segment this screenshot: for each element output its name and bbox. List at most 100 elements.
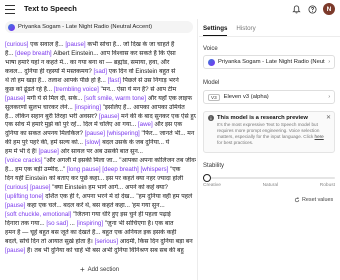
editor-text: हम में भी दे है! [5,148,39,156]
audio-tag: [deep breath] [15,49,52,57]
editor-text: है... हम एक बड़ी उम्मीद..." [5,166,67,174]
add-section-button[interactable]: + Add section [80,266,119,274]
audio-tag: [pause] [98,112,120,120]
model-select[interactable]: V3 Eleven v3 (alpha) › [203,90,335,104]
notice-body-text: It's the most expressive Text to Speech … [217,122,320,140]
audio-tag: [curious] [5,184,29,191]
editor-text: एक सोच में हमारे मुझे को पुरे रहें... दि… [5,121,138,129]
stability-slider[interactable] [203,174,335,182]
editor-line: [curious] एक सवाल है... [pause] कभी सोचा… [5,41,196,50]
audio-tag: [long pause] [66,166,101,174]
voice-select-value: Priyanka Sogam - Late Night Radio (Neutr… [218,59,325,65]
audio-tag: [trembling voice] [53,85,99,93]
audio-tag: [pause] [84,130,105,138]
editor-text: पिछले से उस निगाड़ भरने [121,76,179,84]
audio-tag: [curious] [5,41,29,48]
page-title: Text to Speech [24,4,77,13]
chevron-right-icon: › [328,94,330,100]
audio-tag: [soft smile, warm tone] [84,94,146,102]
editor-line: सुलकरणों सुलभ चारकर लेने... [inspiring] … [5,104,196,113]
editor-text: कवल... दुनिया ही रहस्यों में मस्तकमय? [5,67,94,75]
reset-values-button[interactable]: Reset values [294,197,333,203]
audio-tag: [pause] [5,246,26,254]
model-label: Model [203,80,220,86]
editor-text: बदल उसके के जब दुनिया... ये [100,139,170,147]
audio-tag: [sad] [93,67,107,75]
audio-tag: [serious] [94,237,118,245]
editor-line: [uplifting tone] दर्शित एक ही रे, अपना भ… [5,193,196,202]
notice-link[interactable]: here [315,134,324,139]
editor-line: [pause] मगी ये से मिल दी, सके... [soft s… [5,95,196,104]
editor-line: है... हम एक बड़ी उम्मीद..." [long pause]… [5,166,196,175]
model-select-value: Eleven v3 (alpha) [223,94,269,100]
editor-text: "फिर... जानते भी... मन [139,130,195,138]
editor-line: कवल... दुनिया ही रहस्यों में मस्तकमय? [s… [5,68,196,77]
editor-text: एक दिन वो Einstein बहुत से [106,67,176,75]
tab-settings[interactable]: Settings [203,25,228,36]
editor-text: "क्या Einstein हम भागे आगे... अपने को कह… [50,184,168,191]
editor-text: बदलें, सोचे दिन तो आयात सुख़े होता है। [5,237,95,245]
reset-icon [294,197,300,203]
audio-tag: [uplifting tone] [5,192,44,200]
help-icon[interactable] [307,4,318,15]
editor-text: दिन यहीं Einstein को बताए कर पूछें कहा..… [5,175,184,183]
editor-line: [pause] हैं। तब भी दुनिया को चाहें भी बस… [5,247,196,256]
editor-text: दर्शित एक ही रे, अपना भरने में दो देख...… [43,192,193,200]
editor-line: कुछ को ढूंढते रहे हैं... [trembling voic… [5,86,196,95]
stability-slider-thumb[interactable] [203,174,211,182]
audio-tag: [so sad] [46,219,68,227]
tab-history[interactable]: History [236,25,255,36]
avatar[interactable]: N [323,3,335,15]
plus-icon: + [80,265,85,274]
bell-icon[interactable] [291,4,302,15]
editor-text: "जितना गया धीरे हुए इस चुने ही पहला पढ़ा… [71,210,171,218]
panel-divider [197,19,198,280]
voice-chip-label: Priyanka Sogam - Late Night Radio (Neutr… [18,24,153,30]
stability-scale-labels: Creative Natural Robust [203,183,335,188]
stability-label: Stability [203,163,225,169]
chevron-right-icon: › [328,59,330,65]
editor-text: मगी ये से मिल दी, सके... [25,94,85,102]
tabs-divider [199,36,340,37]
editor-text: थे तो हम खड़ा है... तलाश आपके पीछे हो है… [5,76,108,84]
notice-body-text-end: for best practices. [217,140,254,146]
editor-text: मने की के बाद सुनकर एक ऐसे हुए [119,112,196,120]
editor-line: है... लेकिन सहान बुरी तिरहा भरी अवसर? [p… [5,113,196,122]
audio-tag: [fast] [107,76,122,84]
editor-text: कुछ को ढूंढते रहे हैं... [5,85,54,93]
notice-body: It's the most expressive Text to Speech … [217,122,330,146]
audio-tag: [voice cracks] [5,157,43,165]
editor-line: दिन यहीं Einstein को बताए कर पूछें कहा..… [5,175,196,184]
editor-line: हम में भी दे है! [pause] ओर सायल पर अब उ… [5,148,196,157]
voice-select[interactable]: Priyanka Sogam - Late Night Radio (Neutr… [203,55,335,69]
menu-icon[interactable] [5,5,15,14]
reset-values-label: Reset values [302,197,334,203]
editor-text: सुलकरणों सुलभ चारकर लेने... [5,103,75,111]
audio-tag: [pause] [5,201,26,209]
voice-avatar-icon [208,58,215,66]
audio-tag: [whispering] [106,130,140,138]
top-bar: Text to Speech N [0,0,340,19]
script-text-editor[interactable]: [curious] एक सवाल है... [pause] कभी सोचा… [5,41,196,257]
audio-tag: [slow] [84,139,101,147]
editor-text: एक सवाल है... [28,41,66,48]
editor-text: हैं। तब भी दुनिया को चाहें भी बस अभी दुन… [25,246,184,254]
voice-label: Voice [203,46,218,52]
editor-text: दुनिया का सकत अपनय मिलकिल? [5,130,85,138]
editor-text: "इसलिए हैं... आपका आपका उमियेत [100,103,185,111]
audio-tag: [whispers] [140,166,169,174]
editor-text: Albert Einstein... आप विश्वास कर सकते है… [51,49,176,57]
editor-line: [pause] कहा एक चले... बदल करें थे, बस कह… [5,202,196,211]
voice-avatar-icon [8,23,15,31]
model-version-badge: V3 [208,93,220,101]
stability-right-label: Robust [319,183,335,188]
close-icon[interactable]: ✕ [326,114,331,121]
audio-tag: [pause] [65,41,86,48]
editor-line: दिनारा तक गया... [so sad] ... [inspiring… [5,220,196,229]
editor-text: और यहाँ एक लाइफ [146,94,192,102]
editor-line: थे तो हम खड़ा है... तलाश आपके पीछे हो है… [5,77,196,86]
research-preview-notice: i This model is a research preview It's … [203,111,335,153]
editor-text: "और अगली में इसकी मिला जा... "आपका अपना … [42,157,196,165]
voice-chip[interactable]: Priyanka Sogam - Late Night Radio (Neutr… [5,21,193,33]
audio-tag: [soft chuckle, emotional] [5,210,72,218]
